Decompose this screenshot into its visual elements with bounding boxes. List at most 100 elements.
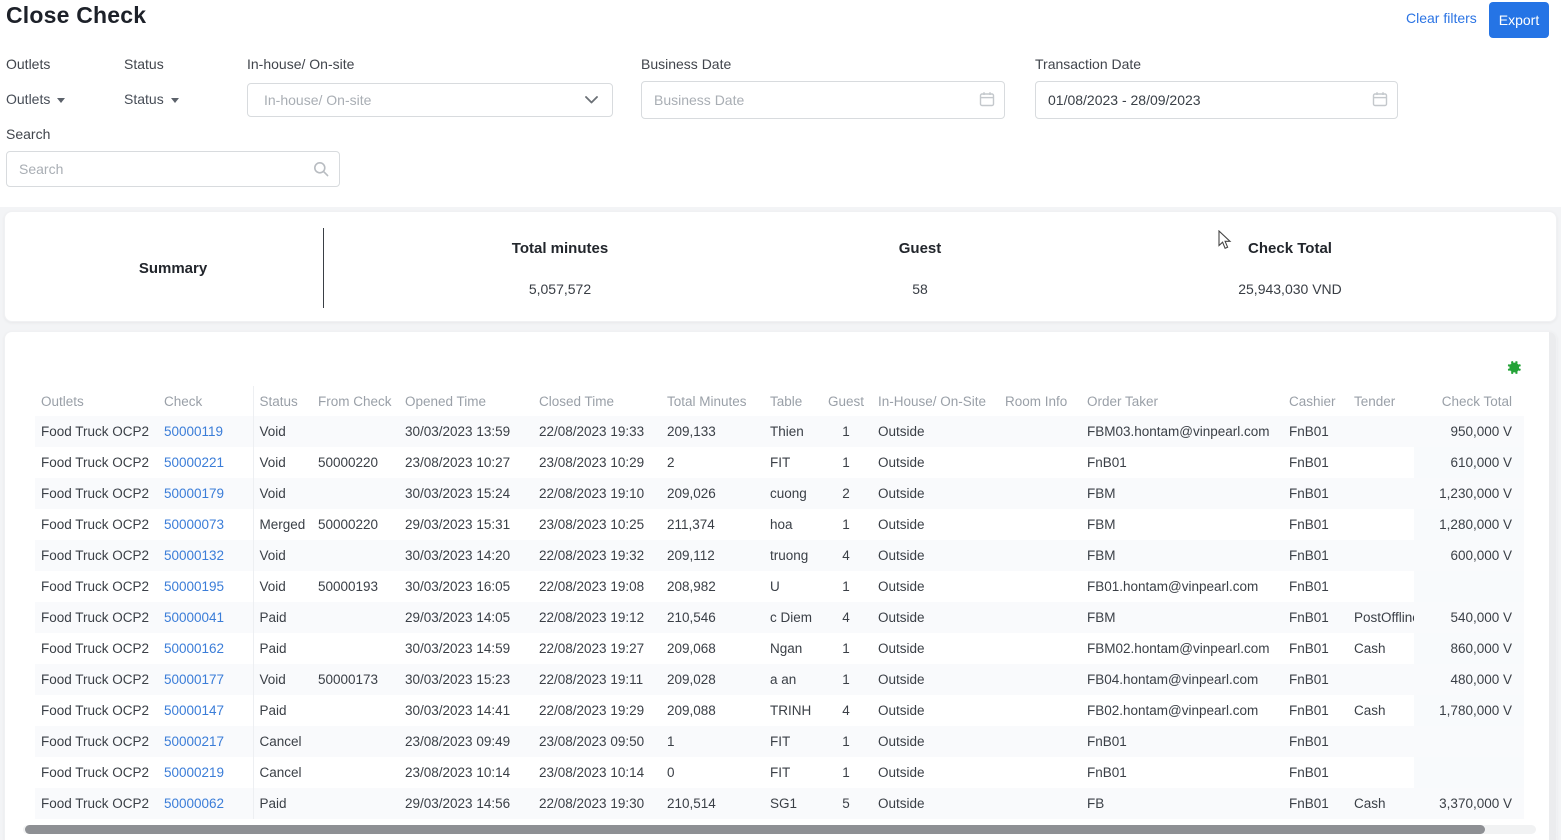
cell-check: 50000221 (158, 447, 254, 478)
cell-guest: 2 (820, 478, 872, 509)
cell-room-info (999, 447, 1081, 478)
clear-filters-link[interactable]: Clear filters (1406, 10, 1477, 26)
cell-opened-time: 30/03/2023 14:59 (405, 641, 511, 656)
transaction-date-input[interactable] (1035, 81, 1398, 119)
cell-total-minutes: 208,982 (667, 579, 716, 594)
cell-total-minutes: 209,028 (661, 664, 764, 695)
check-link[interactable]: 50000147 (164, 703, 224, 718)
cell-order-taker: FnB01 (1081, 726, 1283, 757)
cell-table: Thien (764, 416, 820, 447)
cell-check-total: 950,000 V (1414, 416, 1524, 447)
cell-room-info (999, 664, 1081, 695)
cell-from-check (312, 540, 399, 571)
cell-order-taker: FnB01 (1087, 455, 1127, 470)
export-button[interactable]: Export (1489, 2, 1549, 38)
cell-closed-time: 22/08/2023 19:10 (533, 478, 661, 509)
cell-outlets: Food Truck OCP2 (41, 765, 150, 780)
cell-order-taker: FnB01 (1087, 765, 1127, 780)
check-link[interactable]: 50000119 (164, 424, 223, 439)
check-link[interactable]: 50000195 (164, 579, 224, 594)
cell-status: Cancel (253, 726, 312, 757)
cell-total-minutes: 209,133 (661, 416, 764, 447)
check-link[interactable]: 50000179 (164, 486, 224, 501)
cell-total-minutes: 210,514 (661, 788, 764, 819)
inhouse-select[interactable]: In-house/ On-site (247, 83, 613, 117)
cell-table: cuong (764, 478, 820, 509)
business-date-input[interactable] (641, 81, 1005, 119)
cell-order-taker: FB01.hontam@vinpearl.com (1087, 579, 1259, 594)
table-row: Food Truck OCP2 50000147 Paid 30/03/2023 14… (35, 695, 1524, 726)
cell-tender: Cash (1354, 703, 1386, 718)
check-link[interactable]: 50000073 (164, 517, 224, 532)
check-link[interactable]: 50000217 (164, 734, 224, 749)
metric-label: Total minutes (511, 240, 609, 257)
calendar-icon[interactable] (1372, 91, 1388, 112)
cell-outlets: Food Truck OCP2 (35, 602, 158, 633)
table-row: Food Truck OCP2 50000221 Void 50000220 23/08… (35, 447, 1524, 478)
cell-table: FIT (764, 726, 820, 757)
table-body: Food Truck OCP2 50000119 Void 30/03/2023 13… (35, 416, 1524, 819)
outlets-filter-label: Outlets (6, 56, 51, 72)
cell-from-check: 50000193 (318, 579, 379, 594)
calendar-icon[interactable] (979, 91, 995, 112)
metric-value: 25,943,030 VND (1238, 281, 1342, 297)
cell-tender (1348, 447, 1414, 478)
cell-closed-time: 22/08/2023 19:11 (533, 664, 661, 695)
cell-status: Cancel (259, 765, 302, 780)
check-link[interactable]: 50000221 (164, 455, 224, 470)
cell-in-house-on-site: Outside (878, 641, 925, 656)
status-dropdown[interactable]: Status (124, 91, 179, 107)
cell-order-taker: FBM02.hontam@vinpearl.com (1087, 641, 1270, 656)
horizontal-scrollbar-thumb[interactable] (25, 825, 1486, 834)
cell-check: 50000132 (158, 540, 254, 571)
search-input[interactable] (6, 151, 340, 187)
check-link[interactable]: 50000041 (164, 610, 224, 625)
cell-total-minutes: 209,068 (667, 641, 716, 656)
cell-total-minutes: 1 (661, 726, 764, 757)
col-header-in-house-on-site: In-House/ On-Site (878, 393, 987, 409)
cell-outlets: Food Truck OCP2 (41, 703, 150, 718)
check-link[interactable]: 50000132 (164, 548, 224, 563)
gear-icon[interactable] (1507, 360, 1522, 380)
cell-order-taker: FB (1081, 788, 1283, 819)
cell-outlets: Food Truck OCP2 (41, 641, 150, 656)
cell-check-total: 1,230,000 V (1414, 478, 1524, 509)
cell-from-check: 50000220 (318, 455, 379, 470)
outlets-dropdown-value: Outlets (6, 91, 51, 107)
cell-opened-time: 23/08/2023 10:14 (405, 765, 511, 780)
outlets-dropdown[interactable]: Outlets (6, 91, 66, 107)
vertical-scrollbar-track[interactable] (1549, 332, 1556, 840)
cell-in-house-on-site: Outside (872, 540, 999, 571)
cell-table: hoa (770, 517, 793, 532)
cell-from-check (312, 602, 399, 633)
col-header-check-total: Check Total (1441, 393, 1512, 409)
check-link[interactable]: 50000062 (164, 796, 224, 811)
cell-room-info (999, 478, 1081, 509)
cell-order-taker: FBM (1087, 517, 1116, 532)
cell-check: 50000195 (158, 571, 254, 602)
search-field (6, 151, 340, 187)
check-link[interactable]: 50000162 (164, 641, 224, 656)
table-row: Food Truck OCP2 50000073 Merged 50000220 29/… (35, 509, 1524, 540)
cell-check: 50000119 (158, 416, 254, 447)
cell-guest: 4 (820, 540, 872, 571)
cell-total-minutes: 209,026 (661, 478, 764, 509)
cell-room-info (999, 757, 1081, 788)
cell-check-total: 3,370,000 V (1414, 788, 1524, 819)
caret-down-icon (170, 97, 179, 103)
table-header-row: Outlets Check Status From Check Opened T… (35, 386, 1524, 416)
table-row: Food Truck OCP2 50000132 Void 30/03/2023 14… (35, 540, 1524, 571)
check-link[interactable]: 50000219 (164, 765, 224, 780)
cell-guest: 1 (842, 765, 850, 780)
check-link[interactable]: 50000177 (164, 672, 224, 687)
cell-in-house-on-site: Outside (872, 478, 999, 509)
cell-tender: Cash (1354, 641, 1386, 656)
cell-cashier: FnB01 (1283, 726, 1348, 757)
cell-in-house-on-site: Outside (872, 602, 999, 633)
cell-check-total: 480,000 V (1414, 664, 1524, 695)
cell-closed-time: 22/08/2023 19:12 (533, 602, 661, 633)
cell-check: 50000217 (158, 726, 254, 757)
cell-status: Paid (259, 641, 287, 656)
table-row: Food Truck OCP2 50000041 Paid 29/03/2023 14… (35, 602, 1524, 633)
cell-from-check (312, 695, 399, 726)
